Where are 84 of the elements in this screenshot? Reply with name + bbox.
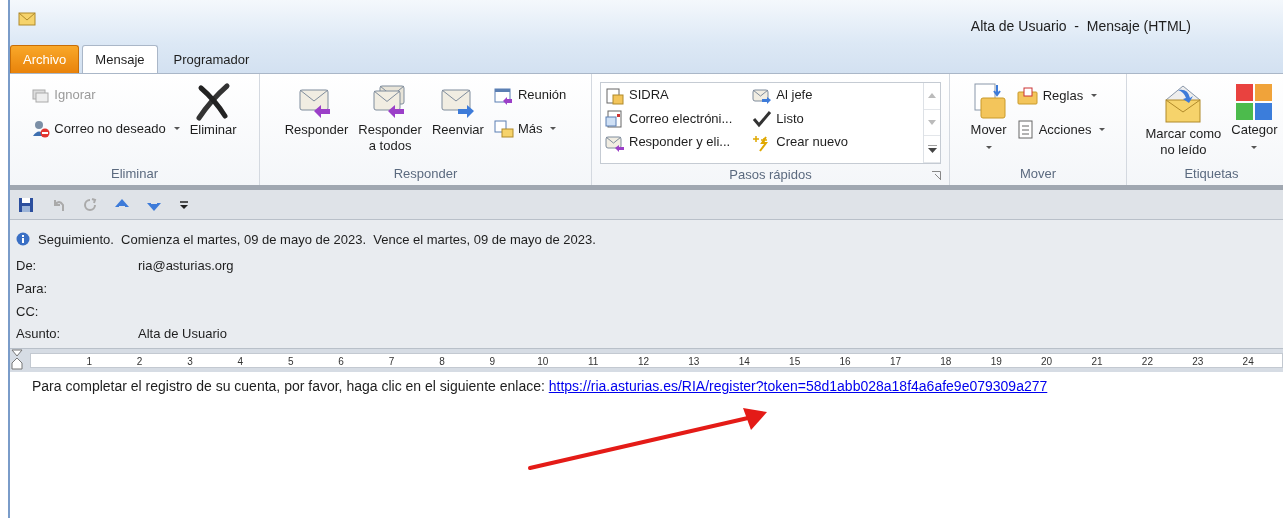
- clipboard-icon: [605, 86, 625, 105]
- window-title: Alta de Usuario - Mensaje (HTML): [970, 17, 1192, 36]
- scroll-down-icon[interactable]: [928, 120, 936, 125]
- indent-marker-icon[interactable]: [11, 349, 23, 371]
- save-icon[interactable]: [18, 196, 34, 213]
- mail-icon: [18, 11, 36, 26]
- ribbon-button[interactable]: Mover: [967, 78, 1010, 153]
- reply-delete-icon: [605, 133, 625, 152]
- ruler-number: 22: [1140, 355, 1154, 367]
- ruler-number: 16: [838, 355, 852, 367]
- checkmark-icon: [752, 110, 773, 129]
- dropdown-icon: [1091, 93, 1098, 97]
- field-value: ria@asturias.org: [138, 257, 234, 276]
- quick-step[interactable]: Correo electróni...: [601, 106, 737, 131]
- quick-step[interactable]: Al jefe: [748, 83, 852, 107]
- quick-step[interactable]: Responder y eli...: [601, 130, 737, 154]
- dropdown-icon: [985, 146, 992, 149]
- ribbon-button[interactable]: Marcar como no leído: [1142, 78, 1225, 162]
- info-text: Seguimiento. Comienza el martes, 09 de mayo de 2023. Vence el martes, 09 de mayo de 2023.: [38, 230, 596, 249]
- message-text: Para completar el registro de su cuenta, por favor, haga clic en el siguiente enlace: https://ria.asturias.es/RIA/register?token=58d1abb028a18f4a6afe9e079309a277: [32, 377, 1049, 396]
- ribbon-button[interactable]: Reglas: [1013, 82, 1109, 109]
- forward-icon: [752, 86, 773, 105]
- ruler-number: 13: [687, 355, 701, 367]
- ruler-number: 6: [337, 355, 345, 367]
- field-label: Para:: [16, 279, 49, 298]
- ruler-number: 1: [85, 355, 93, 367]
- field-label: CC:: [16, 302, 40, 321]
- field-label: Asunto:: [16, 325, 62, 344]
- ruler-number: 24: [1241, 355, 1255, 367]
- ribbon-button[interactable]: Correo no deseado: [29, 115, 183, 142]
- ruler-number: 11: [586, 355, 600, 367]
- info-icon: [16, 232, 30, 247]
- ruler-number: 9: [488, 355, 497, 367]
- ruler-number: 15: [788, 355, 802, 367]
- color-squares-icon: [1234, 82, 1275, 122]
- quick-step[interactable]: Listo: [748, 106, 852, 131]
- ribbon-button[interactable]: Categor: [1228, 78, 1281, 153]
- ribbon-button[interactable]: Reenviar: [428, 78, 487, 142]
- quick-step[interactable]: SIDRA: [601, 83, 737, 107]
- junk-icon: [32, 120, 51, 139]
- ribbon-button[interactable]: Eliminar: [186, 78, 240, 142]
- ruler-number: 14: [737, 355, 751, 367]
- ribbon-button[interactable]: Responder: [281, 78, 352, 142]
- ribbon-button[interactable]: Reunión: [490, 82, 570, 108]
- folder-icon: [1016, 85, 1039, 106]
- group-label: Mover: [1019, 165, 1057, 184]
- ribbon-button[interactable]: Responder a todos: [355, 78, 425, 158]
- scroll-up-icon[interactable]: [928, 93, 936, 99]
- gallery-more-icon[interactable]: [927, 145, 937, 154]
- ruler-number: 19: [989, 355, 1003, 367]
- dropdown-icon: [1099, 128, 1106, 132]
- ruler-number: 21: [1090, 355, 1104, 367]
- group-label: Eliminar: [111, 165, 158, 184]
- customize-icon[interactable]: [178, 198, 190, 211]
- ruler-number: 8: [438, 355, 446, 367]
- tab[interactable]: Mensaje: [82, 44, 158, 73]
- group-label: Responder: [393, 165, 458, 184]
- group-label: Etiquetas: [1184, 165, 1239, 184]
- ruler-number: 3: [186, 355, 194, 367]
- ruler-number: 23: [1191, 355, 1205, 367]
- dropdown-icon: [1251, 146, 1258, 149]
- ribbon-button[interactable]: Más: [490, 115, 570, 142]
- ruler-number: 7: [387, 355, 396, 367]
- ribbon-button[interactable]: Acciones: [1013, 116, 1109, 144]
- envelopes-icon: [32, 87, 51, 104]
- ruler-number: 17: [888, 355, 902, 367]
- quick-step[interactable]: Crear nuevo: [748, 130, 852, 154]
- group-label: Pasos rápidos: [729, 165, 812, 184]
- ruler-number: 2: [135, 355, 144, 367]
- document-icon: [1016, 120, 1035, 141]
- ruler-number: 10: [536, 355, 550, 367]
- field-value: Alta de Usuario: [138, 325, 227, 344]
- redo-icon[interactable]: [82, 196, 98, 213]
- field-label: De:: [16, 257, 38, 276]
- ruler-number: 5: [286, 355, 295, 367]
- dropdown-icon: [550, 126, 557, 130]
- dropdown-icon: [173, 126, 180, 130]
- link[interactable]: https://ria.asturias.es/RIA/register?token=58d1abb028a18f4a6afe9e079309a277: [548, 378, 1048, 394]
- ruler-number: 18: [939, 355, 953, 367]
- ruler-number: 12: [636, 355, 651, 367]
- tab[interactable]: Programador: [160, 44, 263, 73]
- ruler-number: 4: [236, 355, 245, 367]
- ruler-number: 20: [1040, 355, 1054, 367]
- calendar-icon: [493, 86, 514, 105]
